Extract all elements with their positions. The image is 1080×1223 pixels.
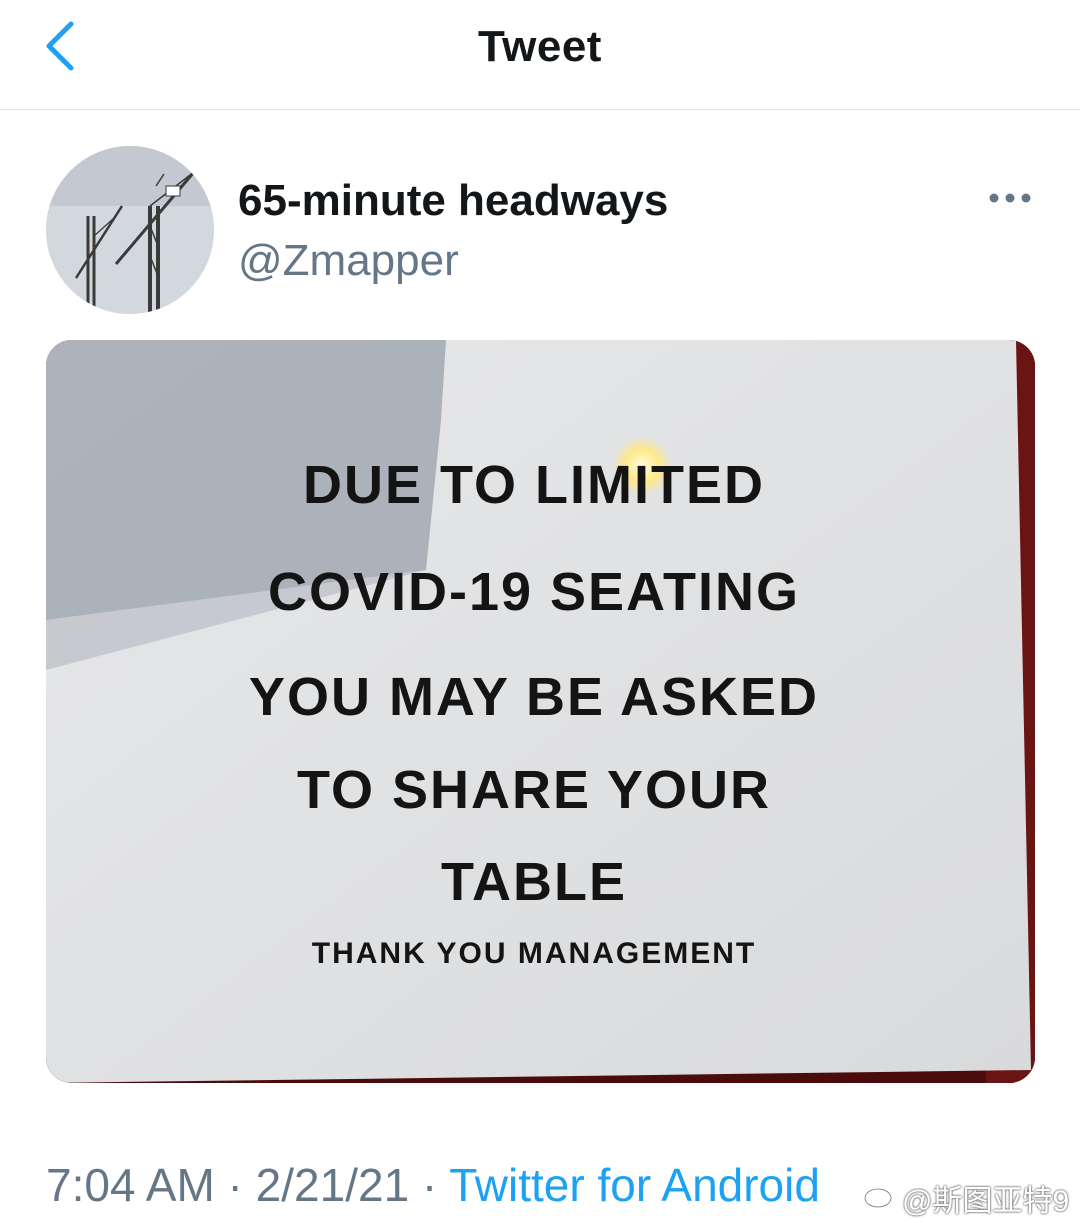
meta-separator: · <box>409 1159 450 1211</box>
tweet-meta: 7:04 AM · 2/21/21 · Twitter for Android <box>46 1158 820 1212</box>
crane-avatar-image <box>46 146 214 314</box>
sign-line-2: COVID-19 SEATING <box>268 562 800 622</box>
sign-line-4: TO SHARE YOUR <box>297 760 771 820</box>
sign-line-1: DUE TO LIMITED <box>303 455 765 515</box>
user-handle[interactable]: @Zmapper <box>238 236 459 286</box>
tweet-source-link[interactable]: Twitter for Android <box>449 1159 820 1211</box>
watermark: @斯图亚特9 <box>862 1176 1069 1220</box>
ellipsis-icon <box>988 191 1032 209</box>
page-title: Tweet <box>478 22 602 71</box>
top-bar: Tweet <box>0 0 1080 110</box>
avatar[interactable] <box>46 146 214 314</box>
sign-line-5: TABLE <box>441 852 627 912</box>
more-options-button[interactable] <box>984 180 1036 220</box>
weibo-logo-icon <box>862 1179 898 1217</box>
sign-footer: THANK YOU MANAGEMENT <box>312 937 756 970</box>
watermark-text: @斯图亚特9 <box>902 1185 1070 1218</box>
meta-separator: · <box>214 1159 256 1211</box>
sign-line-3: YOU MAY BE ASKED <box>249 667 819 727</box>
display-name[interactable]: 65-minute headways <box>238 176 668 226</box>
tweet-time: 7:04 AM <box>46 1159 215 1211</box>
tweet-date: 2/21/21 <box>255 1159 410 1211</box>
tweet-photo[interactable]: DUE TO LIMITED COVID-19 SEATING YOU MAY … <box>46 340 1035 1083</box>
